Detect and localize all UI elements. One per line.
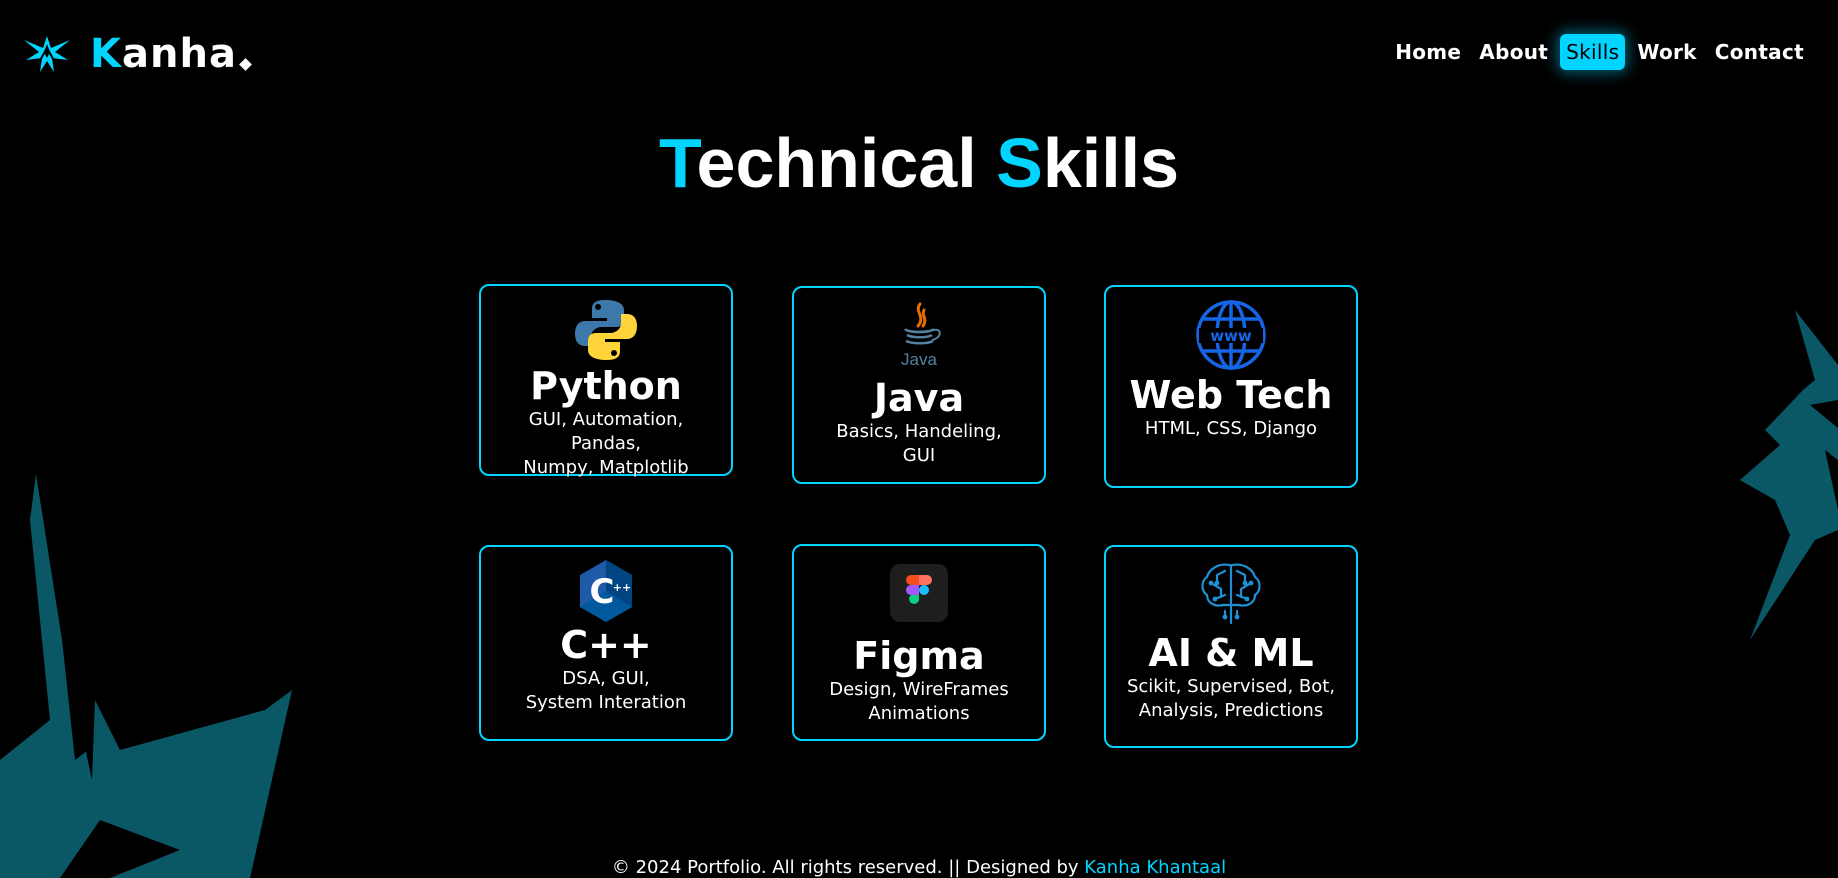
title-initial-s: S [996,124,1043,202]
right-decor-shape [1740,310,1838,640]
skill-desc-line2: GUI [902,445,936,466]
skill-title: Python [530,364,682,408]
logo-rest: anha [122,31,237,77]
skill-desc-line2: Animations [868,703,970,724]
svg-text:Java: Java [901,350,937,369]
python-icon [575,300,637,360]
skill-title: AI & ML [1148,631,1314,675]
skill-desc-line2: Numpy, Matplotlib [523,457,689,478]
nav-home[interactable]: Home [1389,34,1467,70]
title-initial-t: T [658,124,697,202]
logo-dot [239,58,252,71]
title-word-2: kills [1042,124,1180,202]
skill-card-python[interactable]: Python GUI, Automation, Pandas, Numpy, M… [479,284,733,478]
svg-text:www: www [1210,327,1252,345]
skill-desc-line2: Analysis, Predictions [1138,700,1324,721]
skill-title: C++ [560,623,652,667]
figma-icon [890,564,948,622]
site-header: Kanha Home About Skills Work Contact [0,0,1838,110]
skill-desc-line1: DSA, GUI, [562,668,650,689]
nav-work[interactable]: Work [1631,34,1702,70]
skill-card-java[interactable]: Java Java Basics, Handeling, GUI [792,286,1046,484]
designer-link[interactable]: Kanha Khantaal [1084,857,1226,878]
nav-skills[interactable]: Skills [1560,34,1626,70]
nav-about[interactable]: About [1473,34,1554,70]
section-title: Technical Skills [0,118,1838,208]
brain-circuit-icon [1201,563,1261,625]
skill-desc-line1: Basics, Handeling, [836,421,1002,442]
logo-initial: K [90,31,122,77]
skill-title: Web Tech [1129,373,1333,417]
star-burst-logo-icon [24,36,70,72]
svg-text:C: C [590,572,615,612]
cplusplus-icon: C ++ [580,560,632,622]
skill-title: Figma [853,634,985,678]
skill-card-web-tech[interactable]: www Web Tech HTML, CSS, Django [1104,285,1358,488]
java-icon: Java [901,302,941,369]
logo-text: Kanha [90,31,252,77]
skill-desc-line2: System Interation [525,692,687,713]
copyright-text: © 2024 Portfolio. All rights reserved. |… [611,857,1085,878]
logo[interactable]: Kanha [22,31,252,77]
skill-desc-line1: GUI, Automation, Pandas, [528,409,684,454]
skill-title: Java [873,376,965,420]
title-word-1: echnical [696,124,997,202]
left-decor-shape [0,474,292,878]
skill-desc-line1: HTML, CSS, Django [1144,418,1318,439]
skill-card-ai-ml[interactable]: AI & ML Scikit, Supervised, Bot, Analysi… [1104,545,1358,748]
skill-desc-line1: Design, WireFrames [829,679,1009,700]
svg-text:++: ++ [613,581,631,594]
skill-card-cplusplus[interactable]: C ++ C++ DSA, GUI, System Interation [479,545,733,741]
globe-www-icon: www [1196,300,1266,370]
site-footer: © 2024 Portfolio. All rights reserved. |… [0,856,1838,878]
skill-card-figma[interactable]: Figma Design, WireFrames Animations [792,544,1046,741]
nav-contact[interactable]: Contact [1709,34,1810,70]
main-nav: Home About Skills Work Contact [1389,34,1810,70]
skill-desc-line1: Scikit, Supervised, Bot, [1126,676,1336,697]
